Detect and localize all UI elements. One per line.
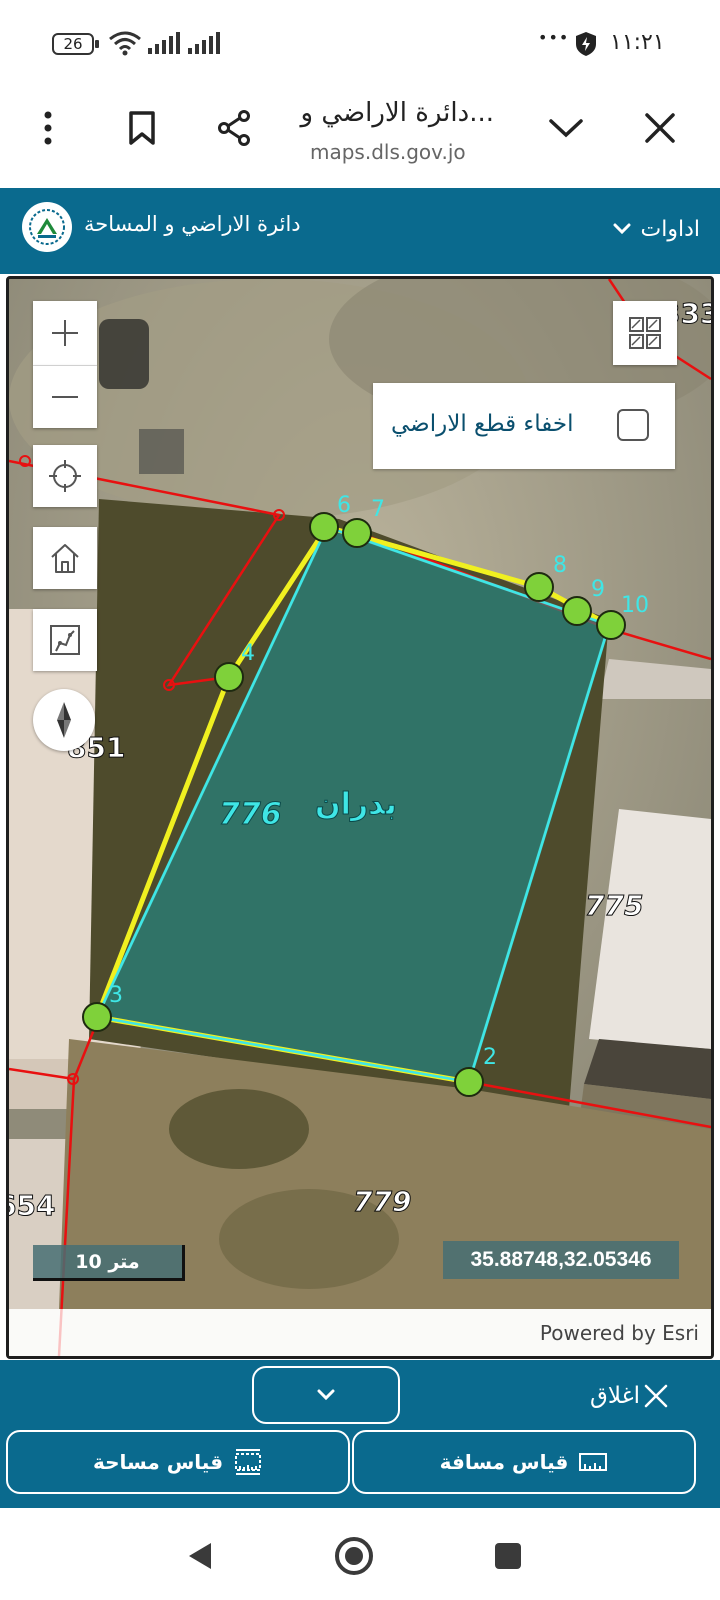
measure-panel: اغلاق قياس مساحة قياس مسافة [0, 1360, 720, 1508]
basemap-grid-icon [629, 317, 661, 349]
map-view[interactable]: 2 3 4 6 7 8 9 10 776 775 779 851 654 333… [6, 276, 714, 1359]
menu-dots-icon[interactable] [20, 100, 76, 156]
page-title: دائرة الاراضي و... [300, 98, 494, 128]
parcel-number: 654 [9, 1189, 56, 1223]
hide-parcels-panel: اخفاء قطع الاراضي [373, 383, 675, 469]
scale-bar: 10 متر [33, 1245, 185, 1281]
close-icon [644, 1384, 668, 1408]
chevron-down-icon [317, 1389, 335, 1401]
signal-icon [188, 32, 220, 54]
attribution-bar: Powered by Esri [9, 1309, 711, 1356]
system-nav-bar [0, 1508, 720, 1600]
close-label: اغلاق [590, 1383, 640, 1409]
recents-icon[interactable] [478, 1534, 538, 1578]
parcel-number: 775 [584, 889, 644, 923]
measure-distance-button[interactable]: قياس مسافة [352, 1430, 696, 1494]
tools-menu-button[interactable]: اداوات [570, 206, 700, 252]
app-header: دائرة الاراضي و المساحة اداوات [0, 188, 720, 274]
zoom-in-button[interactable] [33, 301, 97, 365]
vertex-label-8: 8 [553, 553, 567, 578]
area-icon [235, 1449, 262, 1475]
map-extent-button[interactable] [33, 609, 97, 671]
collapse-panel-button[interactable] [252, 1366, 400, 1424]
more-indicator: ••• [538, 28, 570, 47]
compass-button[interactable] [33, 689, 95, 751]
home-button[interactable] [33, 527, 97, 589]
vertex-label-10: 10 [621, 593, 649, 618]
scale-label: 10 متر [75, 1250, 140, 1273]
coordinates-readout: 35.88748,32.05346 [443, 1241, 679, 1279]
locate-button[interactable] [33, 445, 97, 507]
battery-tip [95, 40, 99, 48]
back-icon[interactable] [170, 1534, 230, 1578]
battery-level: 26 [63, 35, 83, 53]
chevron-down-icon [613, 223, 631, 235]
app-title: دائرة الاراضي و المساحة [84, 212, 301, 236]
vertex-label-9: 9 [591, 577, 605, 602]
locate-icon [49, 460, 81, 492]
zoom-out-button[interactable] [33, 366, 97, 428]
browser-toolbar: دائرة الاراضي و... maps.dls.gov.jo [0, 90, 720, 188]
ruler-icon [579, 1453, 608, 1471]
map-extent-icon [50, 625, 80, 655]
basemap-toggle-button[interactable] [613, 301, 677, 365]
close-panel-button[interactable]: اغلاق [590, 1376, 668, 1416]
status-bar: 26 ••• ١١:٢١ [0, 0, 720, 90]
battery-icon: 26 [52, 33, 94, 55]
vertex-label-6: 6 [337, 493, 351, 518]
parcel-number: 779 [352, 1185, 412, 1219]
shield-icon [576, 32, 596, 56]
zoom-in-icon [52, 320, 78, 346]
hide-parcels-label: اخفاء قطع الاراضي [391, 411, 574, 437]
compass-icon [57, 702, 71, 738]
vertex-label-2: 2 [483, 1045, 497, 1070]
vertex-label-3: 3 [109, 983, 123, 1008]
share-icon[interactable] [206, 100, 262, 156]
home-icon [51, 544, 79, 573]
logo-icon [22, 202, 72, 252]
page-url: maps.dls.gov.jo [310, 140, 466, 164]
wifi-icon [109, 31, 141, 56]
vertex-label-4: 4 [241, 641, 255, 666]
parcel-number: 776 [219, 797, 283, 833]
chevron-down-icon[interactable] [538, 100, 594, 156]
address-area[interactable]: دائرة الاراضي و... maps.dls.gov.jo [300, 98, 530, 174]
measure-area-button[interactable]: قياس مساحة [6, 1430, 350, 1494]
signal-icon [148, 32, 180, 54]
zoom-out-icon [52, 396, 78, 398]
close-icon[interactable] [632, 100, 688, 156]
attribution-text: Powered by Esri [539, 1320, 699, 1345]
vertex-label-7: 7 [371, 497, 385, 522]
home-circle-icon[interactable] [324, 1526, 384, 1586]
measure-area-label: قياس مساحة [92, 1450, 224, 1474]
parcel-name: بدران [315, 787, 398, 823]
clock: ١١:٢١ [610, 30, 665, 55]
tools-label: اداوات [640, 216, 700, 242]
measure-distance-label: قياس مسافة [439, 1450, 569, 1474]
bookmark-icon[interactable] [114, 100, 170, 156]
hide-parcels-checkbox[interactable] [617, 409, 649, 441]
coordinates-text: 35.88748,32.05346 [470, 1248, 652, 1271]
